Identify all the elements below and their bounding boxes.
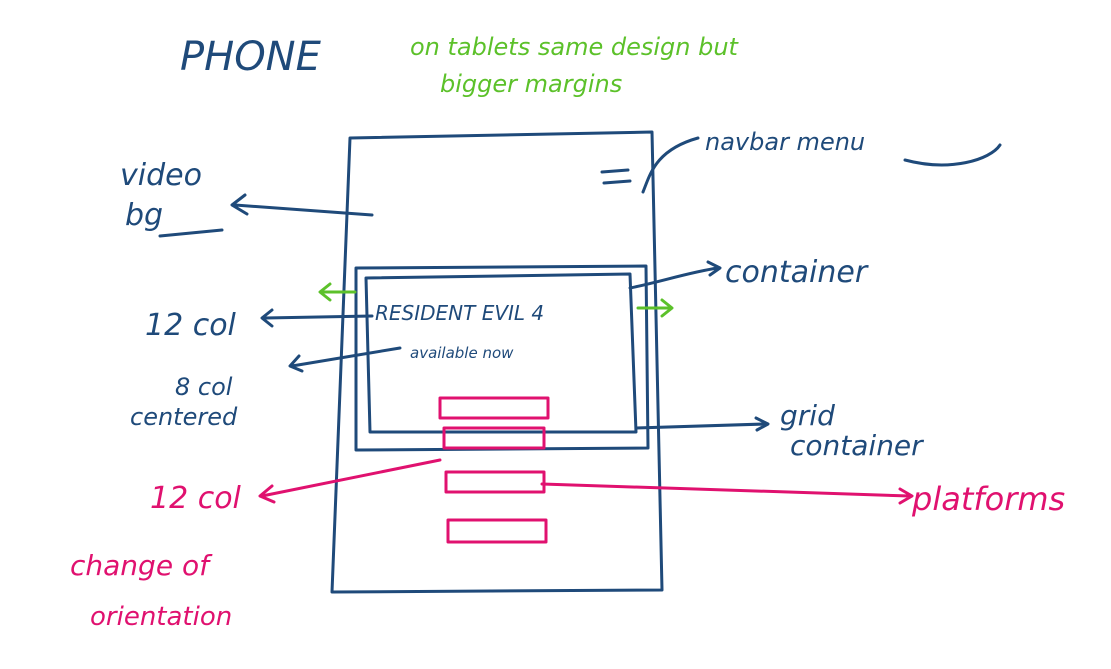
hamburger-menu-icon (600, 168, 632, 185)
content-subtitle: available now (410, 344, 514, 362)
wireframe-canvas: PHONE on tablets same design but bigger … (70, 33, 1065, 632)
navbar-underline-swoosh (903, 143, 1002, 167)
pink-12col-label-line3: orientation (90, 602, 232, 632)
left-margin-arrow (318, 282, 357, 302)
platforms-arrow (540, 482, 914, 505)
pink-12col-label-line1: 12 col (150, 481, 242, 516)
eight-col-label-line1: 8 col (175, 373, 233, 401)
pink-12col-label-line2: change of (70, 549, 213, 582)
tablet-note-line2: bigger margins (440, 70, 622, 98)
content-title: RESIDENT EVIL 4 (375, 301, 544, 325)
video-bg-arrow (230, 193, 374, 217)
pink-12col-arrow (258, 458, 442, 504)
phone-frame (330, 130, 664, 594)
eight-col-arrow (288, 346, 402, 373)
grid-container-label-line2: container (790, 429, 924, 462)
grid-container-label-line1: grid (780, 399, 835, 432)
tablet-note-line1: on tablets same design but (410, 33, 740, 61)
video-bg-label-line1: video (120, 158, 202, 193)
video-bg-underline (158, 228, 224, 238)
grid-container-arrow (634, 416, 770, 432)
twelve-col-label: 12 col (145, 308, 237, 343)
navbar-menu-label: navbar menu (705, 128, 865, 156)
platform-button-3[interactable] (444, 470, 546, 494)
platform-button-1[interactable] (438, 396, 550, 420)
page-title: PHONE (180, 34, 322, 80)
video-bg-label-line2: bg (125, 198, 163, 233)
container-label: container (725, 255, 869, 290)
platform-button-4[interactable] (446, 518, 548, 544)
platforms-label: platforms (911, 480, 1065, 518)
eight-col-label-line2: centered (130, 403, 238, 431)
